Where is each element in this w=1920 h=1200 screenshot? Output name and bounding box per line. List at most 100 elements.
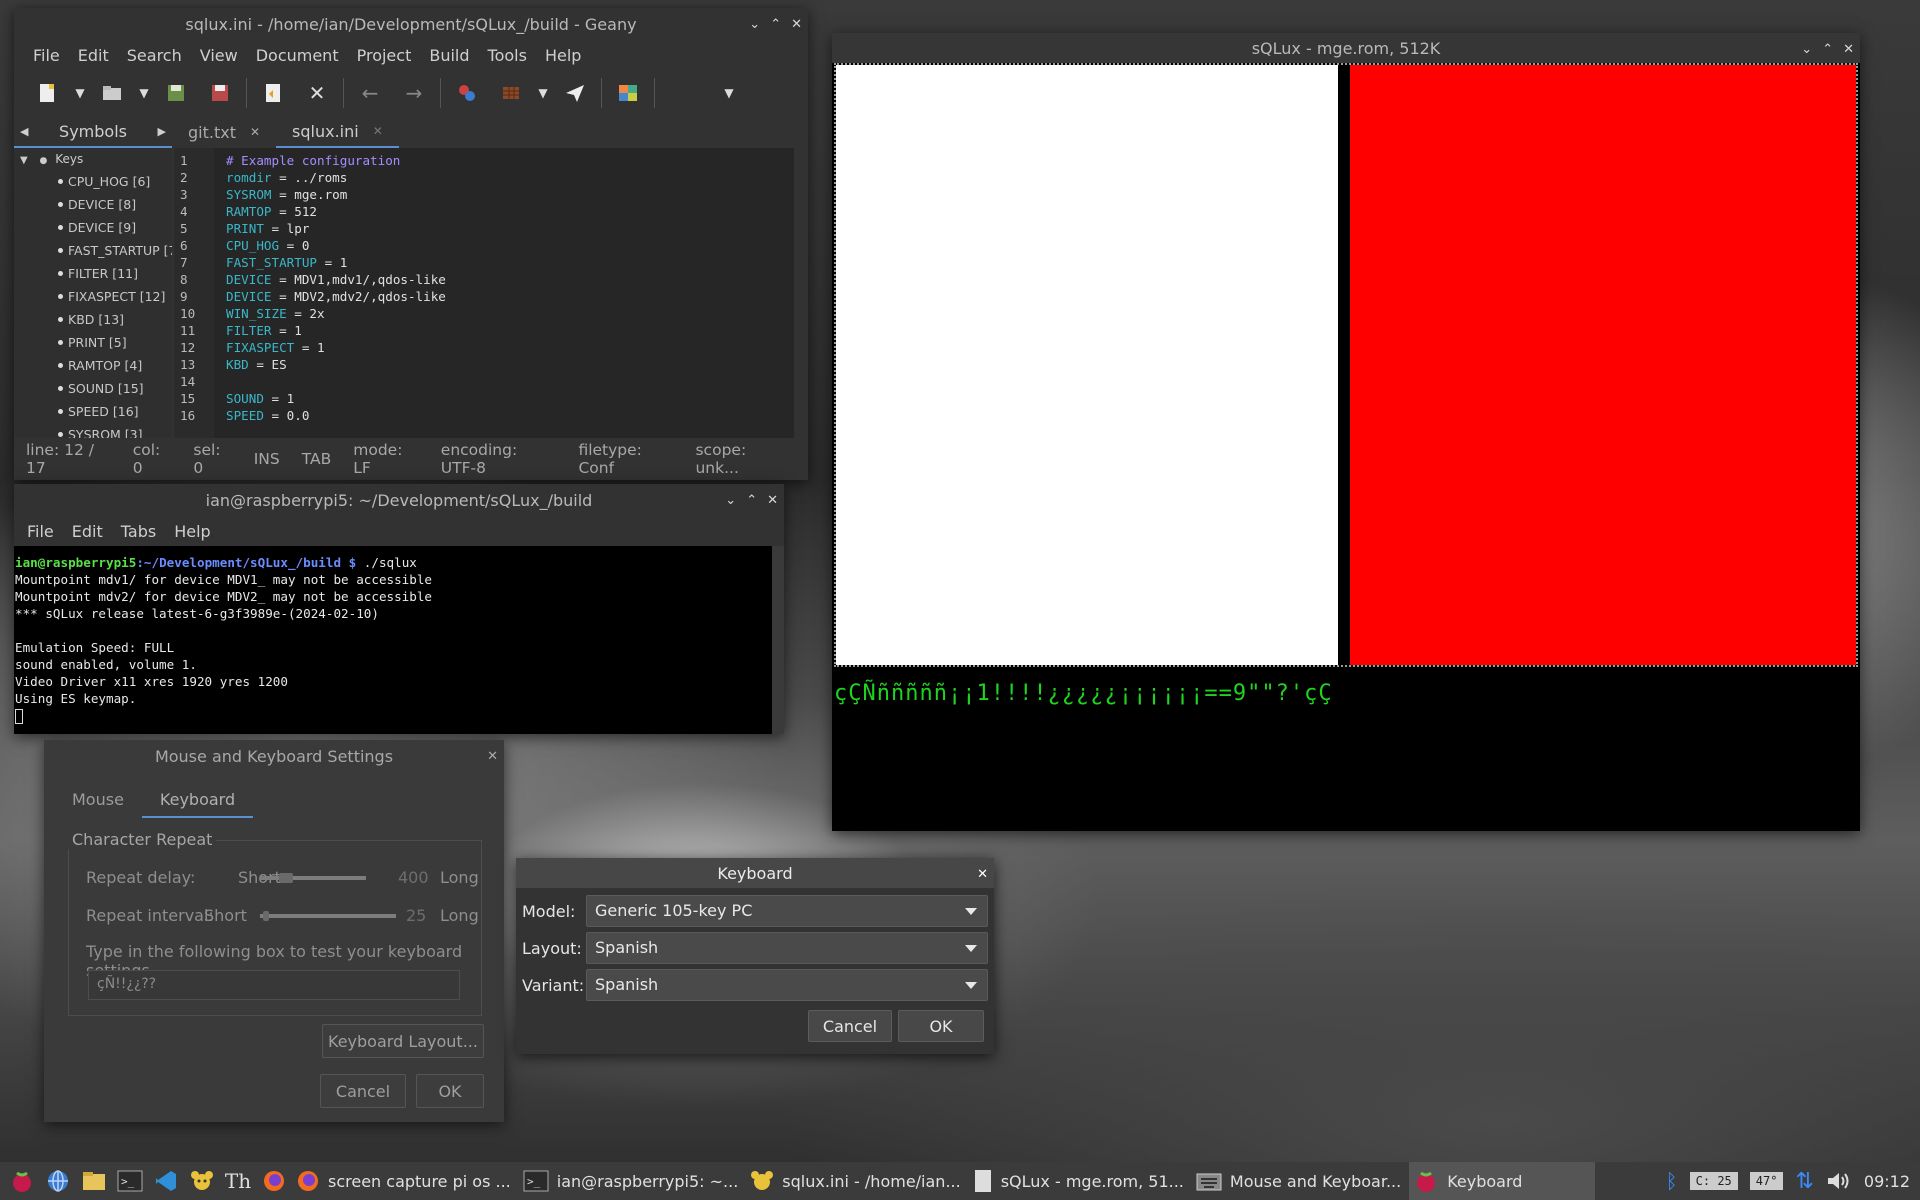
layout-select[interactable]: Spanish bbox=[586, 932, 988, 964]
menu-edit[interactable]: Edit bbox=[63, 522, 112, 541]
tab-keyboard[interactable]: Keyboard bbox=[141, 782, 254, 818]
close-file-icon[interactable]: ✕ bbox=[295, 73, 339, 113]
code-line[interactable]: 8 DEVICE = MDV1,mdv1/,qdos-like bbox=[174, 271, 794, 288]
sqlux-titlebar[interactable]: sQLux - mge.rom, 512K ⌄ ⌃ ✕ bbox=[832, 33, 1860, 63]
symbol-item[interactable]: FILTER [11] bbox=[14, 262, 172, 285]
minimize-icon[interactable]: ⌄ bbox=[1801, 42, 1812, 57]
bluetooth-icon[interactable]: ᛒ bbox=[1660, 1162, 1684, 1200]
symbol-item[interactable]: DEVICE [8] bbox=[14, 193, 172, 216]
sidebar-right-arrow-icon[interactable]: ▶ bbox=[158, 125, 166, 138]
close-icon[interactable]: ✕ bbox=[791, 17, 802, 32]
code-line[interactable]: 12 FIXASPECT = 1 bbox=[174, 339, 794, 356]
code-line[interactable]: 7 FAST_STARTUP = 1 bbox=[174, 254, 794, 271]
temperature-monitor[interactable]: 47° bbox=[1749, 1172, 1784, 1190]
geany-titlebar[interactable]: sqlux.ini - /home/ian/Development/sQLux_… bbox=[14, 8, 808, 40]
keyboard-test-input[interactable]: çÑ!!¿¿?? bbox=[88, 970, 460, 1000]
repeat-delay-knob[interactable] bbox=[279, 873, 294, 883]
terminal-output[interactable]: ian@raspberrypi5:~/Development/sQLux_/bu… bbox=[14, 546, 772, 734]
forward-icon[interactable]: → bbox=[392, 73, 436, 113]
model-select[interactable]: Generic 105-key PC bbox=[586, 895, 988, 927]
cancel-button[interactable]: Cancel bbox=[808, 1010, 892, 1042]
clock[interactable]: 09:12 bbox=[1858, 1162, 1920, 1200]
code-line[interactable]: 3 SYSROM = mge.rom bbox=[174, 186, 794, 203]
close-icon[interactable]: ✕ bbox=[977, 867, 988, 882]
menu-document[interactable]: Document bbox=[247, 46, 348, 65]
menu-file[interactable]: File bbox=[24, 46, 69, 65]
code-line[interactable]: 13 KBD = ES bbox=[174, 356, 794, 373]
menu-help[interactable]: Help bbox=[536, 46, 590, 65]
keyboard-titlebar[interactable]: Keyboard ✕ bbox=[516, 858, 994, 888]
close-icon[interactable]: ✕ bbox=[767, 493, 778, 508]
save-all-icon[interactable] bbox=[198, 73, 242, 113]
open-file-icon[interactable] bbox=[90, 73, 134, 113]
tab-close-icon[interactable]: ✕ bbox=[373, 124, 383, 138]
code-line[interactable]: 4 RAMTOP = 512 bbox=[174, 203, 794, 220]
new-file-icon[interactable] bbox=[26, 73, 70, 113]
save-icon[interactable] bbox=[154, 73, 198, 113]
menu-view[interactable]: View bbox=[191, 46, 247, 65]
keyboard-layout-button[interactable]: Keyboard Layout... bbox=[322, 1024, 484, 1058]
mkset-titlebar[interactable]: Mouse and Keyboard Settings ✕ bbox=[44, 740, 504, 772]
symbol-item[interactable]: FAST_STARTUP [7] bbox=[14, 239, 172, 262]
menu-project[interactable]: Project bbox=[348, 46, 421, 65]
network-icon[interactable]: ⇅ bbox=[1789, 1162, 1819, 1200]
file-manager-icon[interactable] bbox=[76, 1163, 112, 1199]
cancel-button[interactable]: Cancel bbox=[320, 1074, 406, 1108]
close-icon[interactable]: ✕ bbox=[1843, 42, 1854, 57]
cpu-monitor[interactable]: C: 25 bbox=[1689, 1172, 1738, 1190]
run-icon[interactable] bbox=[553, 73, 597, 113]
task-keyboard[interactable]: Keyboard bbox=[1409, 1162, 1596, 1200]
symbol-item[interactable]: PRINT [5] bbox=[14, 331, 172, 354]
repeat-delay-slider[interactable] bbox=[260, 873, 366, 883]
color-chooser-icon[interactable] bbox=[606, 73, 650, 113]
terminal-scrollbar[interactable] bbox=[772, 546, 784, 734]
symbols-tab[interactable]: Symbols bbox=[59, 122, 127, 141]
code-line[interactable]: 15 SOUND = 1 bbox=[174, 390, 794, 407]
task-firefox[interactable]: screen capture pi os ... bbox=[292, 1162, 519, 1200]
back-icon[interactable]: ← bbox=[348, 73, 392, 113]
browser-globe-icon[interactable] bbox=[40, 1163, 76, 1199]
ok-button[interactable]: OK bbox=[898, 1010, 984, 1042]
symbol-item[interactable]: KBD [13] bbox=[14, 308, 172, 331]
symbol-item[interactable]: CPU_HOG [6] bbox=[14, 170, 172, 193]
new-dropdown-icon[interactable]: ▼ bbox=[70, 73, 90, 113]
build-icon[interactable] bbox=[489, 73, 533, 113]
task-mouse-keyboard[interactable]: Mouse and Keyboar... bbox=[1192, 1162, 1409, 1200]
thonny-icon[interactable]: Th bbox=[220, 1163, 256, 1199]
volume-icon[interactable] bbox=[1820, 1162, 1858, 1200]
menu-edit[interactable]: Edit bbox=[69, 46, 118, 65]
task-geany[interactable]: sqlux.ini - /home/ian... bbox=[746, 1162, 968, 1200]
sidebar-left-arrow-icon[interactable]: ◀ bbox=[20, 125, 28, 138]
code-line[interactable]: 11 FILTER = 1 bbox=[174, 322, 794, 339]
task-terminal[interactable]: >_ ian@raspberrypi5: ~... bbox=[519, 1162, 747, 1200]
menu-help[interactable]: Help bbox=[165, 522, 219, 541]
ok-button[interactable]: OK bbox=[416, 1074, 484, 1108]
repeat-interval-knob[interactable] bbox=[262, 911, 269, 921]
revert-icon[interactable] bbox=[251, 73, 295, 113]
symbol-item[interactable]: DEVICE [9] bbox=[14, 216, 172, 239]
terminal-titlebar[interactable]: ian@raspberrypi5: ~/Development/sQLux_/b… bbox=[14, 484, 784, 516]
geany-launcher-icon[interactable] bbox=[184, 1163, 220, 1199]
maximize-icon[interactable]: ⌃ bbox=[770, 17, 781, 32]
tab-mouse[interactable]: Mouse bbox=[54, 782, 142, 818]
maximize-icon[interactable]: ⌃ bbox=[1822, 42, 1833, 57]
menu-tabs[interactable]: Tabs bbox=[112, 522, 165, 541]
open-dropdown-icon[interactable]: ▼ bbox=[134, 73, 154, 113]
variant-select[interactable]: Spanish bbox=[586, 969, 988, 1001]
symbol-item[interactable]: SYSROM [3] bbox=[14, 423, 172, 438]
vscode-icon[interactable] bbox=[148, 1163, 184, 1199]
toolbar-overflow-icon[interactable]: ▼ bbox=[719, 73, 739, 113]
expander-icon[interactable]: ▼ bbox=[20, 155, 28, 166]
task-sqlux[interactable]: sQLux - mge.rom, 51... bbox=[969, 1162, 1192, 1200]
menu-build[interactable]: Build bbox=[420, 46, 478, 65]
minimize-icon[interactable]: ⌄ bbox=[749, 17, 760, 32]
close-icon[interactable]: ✕ bbox=[487, 749, 498, 764]
code-editor[interactable]: 1 # Example configuration 2 romdir = ../rom… bbox=[174, 148, 794, 438]
symbol-item[interactable]: SOUND [15] bbox=[14, 377, 172, 400]
code-line[interactable]: 14 bbox=[174, 373, 794, 390]
code-line[interactable]: 1 # Example configuration bbox=[174, 152, 794, 169]
terminal-launcher-icon[interactable]: >_ bbox=[112, 1163, 148, 1199]
code-line[interactable]: 2 romdir = ../roms bbox=[174, 169, 794, 186]
code-line[interactable]: 9 DEVICE = MDV2,mdv2/,qdos-like bbox=[174, 288, 794, 305]
menu-file[interactable]: File bbox=[18, 522, 63, 541]
